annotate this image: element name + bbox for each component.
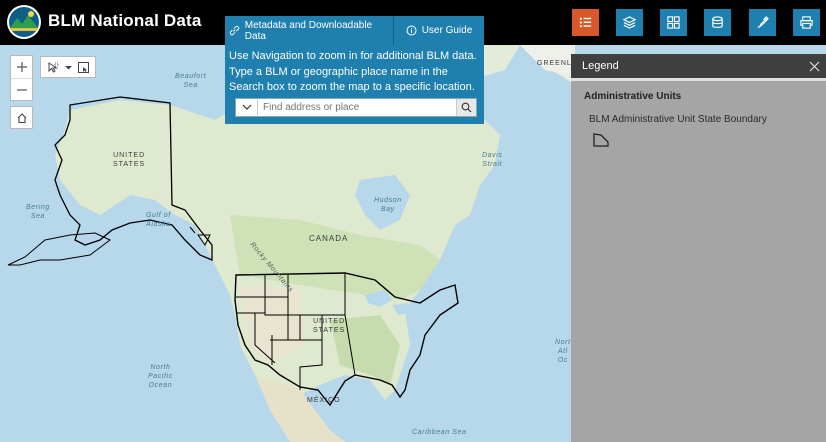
legend-title: Legend — [582, 60, 619, 72]
grid-icon — [667, 16, 680, 29]
layers-icon — [622, 16, 637, 29]
blm-logo — [7, 5, 41, 39]
polygon-symbol-icon — [593, 133, 609, 147]
zoom-in-button[interactable] — [11, 56, 32, 78]
link-icon — [229, 25, 240, 36]
legend-panel: Legend Administrative Units BLM Administ… — [571, 54, 826, 442]
map-label-gulf-alaska: Gulf of Alaska — [146, 211, 171, 229]
info-panel: Use Navigation to zoom in for additional… — [225, 45, 484, 124]
label-text: Hudson Bay — [374, 197, 402, 213]
map-label-united-states: UNITED STATES — [313, 317, 345, 335]
home-button[interactable] — [10, 106, 33, 129]
minus-icon — [16, 88, 27, 91]
map-label-mexico: MÉXICO — [307, 396, 341, 405]
search-input[interactable] — [258, 99, 456, 116]
map-label-davis: Davis Strait — [482, 151, 503, 169]
select-by-rectangle-icon[interactable] — [77, 61, 90, 74]
close-icon — [809, 61, 819, 71]
label-text: Caribbean Sea — [412, 429, 467, 436]
legend-button[interactable] — [572, 9, 599, 36]
label-text: MÉXICO — [307, 397, 341, 404]
chevron-down-icon — [242, 104, 251, 110]
info-text: Use Navigation to zoom in for additional… — [229, 50, 477, 93]
home-icon — [17, 112, 26, 123]
legend-divider — [571, 78, 826, 81]
draw-button[interactable] — [749, 9, 776, 36]
label-text: Beaufort Sea — [175, 73, 207, 89]
label-text: UNITED STATES — [113, 152, 146, 168]
search-widget — [235, 98, 477, 117]
chevron-down-icon[interactable] — [64, 64, 72, 71]
data-button[interactable] — [704, 9, 731, 36]
search-button[interactable] — [456, 99, 476, 116]
map-label-hudson: Hudson Bay — [374, 196, 402, 214]
legend-item-label: BLM Administrative Unit State Boundary — [589, 114, 767, 125]
label-text: Bering Sea — [26, 204, 50, 220]
brush-icon — [757, 16, 769, 28]
app-title: BLM National Data — [48, 11, 202, 30]
tab-user-guide[interactable]: User Guide — [393, 16, 484, 45]
map-label-canada: CANADA — [309, 234, 348, 243]
label-text: CANADA — [309, 234, 349, 243]
database-icon — [712, 16, 723, 28]
print-icon — [800, 16, 813, 29]
legend-header: Legend — [571, 54, 826, 78]
legend-layer-title: Administrative Units — [584, 91, 682, 102]
plus-icon — [16, 62, 27, 72]
layers-button[interactable] — [616, 9, 643, 36]
zoom-control — [10, 55, 33, 101]
label-text: Gulf of Alaska — [146, 212, 171, 228]
cursor-select-icon — [48, 61, 58, 73]
tab-metadata[interactable]: Metadata and Downloadable Data — [225, 16, 393, 45]
search-source-dropdown[interactable] — [236, 99, 258, 116]
print-button[interactable] — [793, 9, 820, 36]
close-button[interactable] — [806, 58, 822, 74]
map-label-bering: Bering Sea — [26, 203, 50, 221]
map-label-beaufort: Beaufort Sea — [175, 72, 206, 90]
label-text: North Pacific Ocean — [148, 364, 173, 389]
tab-metadata-label: Metadata and Downloadable Data — [244, 19, 373, 42]
list-icon — [579, 17, 592, 28]
search-icon — [461, 102, 472, 113]
map-label-north-atlantic: Nort Atl Oc — [555, 338, 571, 365]
info-icon — [406, 25, 417, 36]
map-label-north-pacific: North Pacific Ocean — [148, 363, 173, 390]
zoom-out-button[interactable] — [11, 78, 32, 100]
label-text: Davis Strait — [482, 152, 503, 168]
label-text: Nort Atl Oc — [555, 339, 571, 364]
select-tool[interactable] — [40, 56, 96, 78]
info-tabs: Metadata and Downloadable Data User Guid… — [225, 16, 484, 45]
basemap-gallery-button[interactable] — [660, 9, 687, 36]
map-label-united-states-alaska: UNITED STATES — [113, 151, 145, 169]
map-label-caribbean: Caribbean Sea — [412, 428, 467, 437]
label-text: UNITED STATES — [313, 318, 346, 334]
tab-user-guide-label: User Guide — [421, 25, 473, 36]
